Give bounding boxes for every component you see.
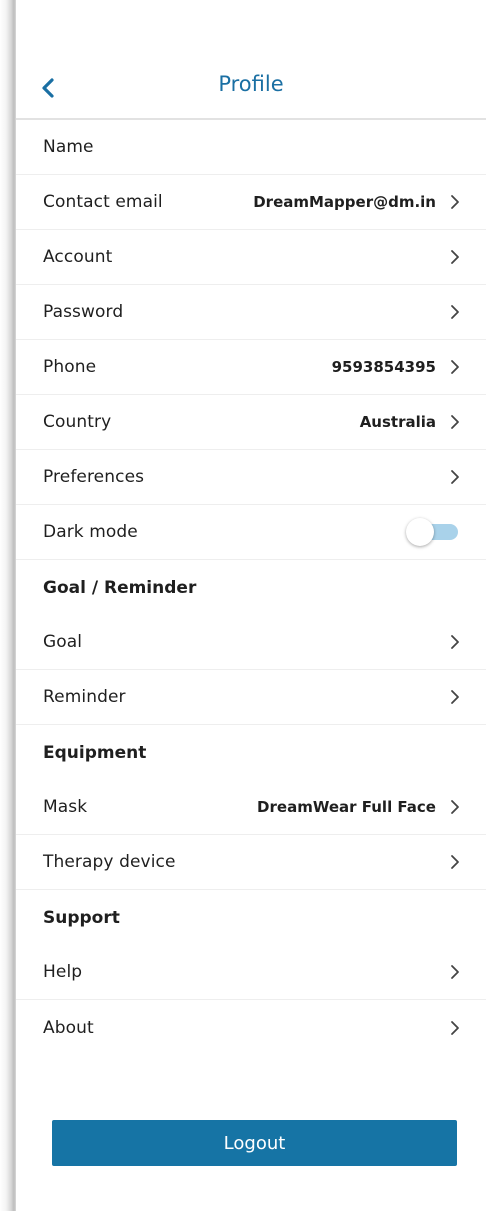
- country-label: Country: [43, 412, 112, 432]
- toggle-knob: [406, 518, 434, 546]
- goal-label: Goal: [43, 632, 83, 652]
- country-value: Australia: [359, 413, 436, 431]
- preferences-row[interactable]: Preferences: [16, 450, 486, 505]
- therapy-device-row[interactable]: Therapy device: [16, 835, 486, 890]
- chevron-right-icon: [450, 249, 460, 265]
- chevron-right-icon: [450, 964, 460, 980]
- contact-email-row[interactable]: Contact email DreamMapper@dm.in: [16, 175, 486, 230]
- name-label: Name: [43, 137, 94, 157]
- chevron-right-icon: [450, 689, 460, 705]
- phone-row[interactable]: Phone 9593854395: [16, 340, 486, 395]
- help-row[interactable]: Help: [16, 945, 486, 1000]
- chevron-right-icon: [450, 414, 460, 430]
- goal-row[interactable]: Goal: [16, 615, 486, 670]
- mask-row[interactable]: Mask DreamWear Full Face: [16, 780, 486, 835]
- goal-reminder-heading: Goal / Reminder: [43, 577, 197, 598]
- window-edge-shadow: [0, 0, 16, 1211]
- mask-value: DreamWear Full Face: [257, 798, 436, 816]
- contact-email-value: DreamMapper@dm.in: [253, 193, 436, 211]
- page-title: Profile: [218, 72, 284, 96]
- contact-email-label: Contact email: [43, 192, 163, 212]
- reminder-label: Reminder: [43, 687, 126, 707]
- reminder-row[interactable]: Reminder: [16, 670, 486, 725]
- dark-mode-toggle[interactable]: [406, 518, 460, 546]
- account-label: Account: [43, 247, 113, 267]
- chevron-right-icon: [450, 634, 460, 650]
- about-label: About: [43, 1017, 94, 1038]
- about-row[interactable]: About: [16, 1000, 486, 1055]
- country-row[interactable]: Country Australia: [16, 395, 486, 450]
- password-label: Password: [43, 302, 124, 322]
- chevron-right-icon: [450, 854, 460, 870]
- status-area: [16, 0, 486, 56]
- dark-mode-row: Dark mode: [16, 505, 486, 560]
- preferences-label: Preferences: [43, 467, 145, 487]
- chevron-right-icon: [450, 194, 460, 210]
- phone-label: Phone: [43, 357, 97, 377]
- therapy-device-label: Therapy device: [43, 852, 176, 872]
- equipment-heading: Equipment: [43, 742, 147, 763]
- chevron-right-icon: [450, 304, 460, 320]
- logout-button[interactable]: Logout: [52, 1120, 457, 1166]
- profile-screen: Profile Name Contact email DreamMapper@d…: [16, 0, 486, 1211]
- header-bar: Profile: [16, 56, 486, 120]
- password-row[interactable]: Password: [16, 285, 486, 340]
- dark-mode-label: Dark mode: [43, 522, 138, 542]
- chevron-right-icon: [450, 359, 460, 375]
- help-label: Help: [43, 962, 83, 982]
- phone-value: 9593854395: [331, 358, 436, 376]
- support-heading: Support: [43, 907, 120, 928]
- chevron-right-icon: [450, 799, 460, 815]
- name-row[interactable]: Name: [16, 120, 486, 175]
- account-row[interactable]: Account: [16, 230, 486, 285]
- mask-label: Mask: [43, 797, 88, 817]
- chevron-right-icon: [450, 469, 460, 485]
- chevron-right-icon: [450, 1020, 460, 1036]
